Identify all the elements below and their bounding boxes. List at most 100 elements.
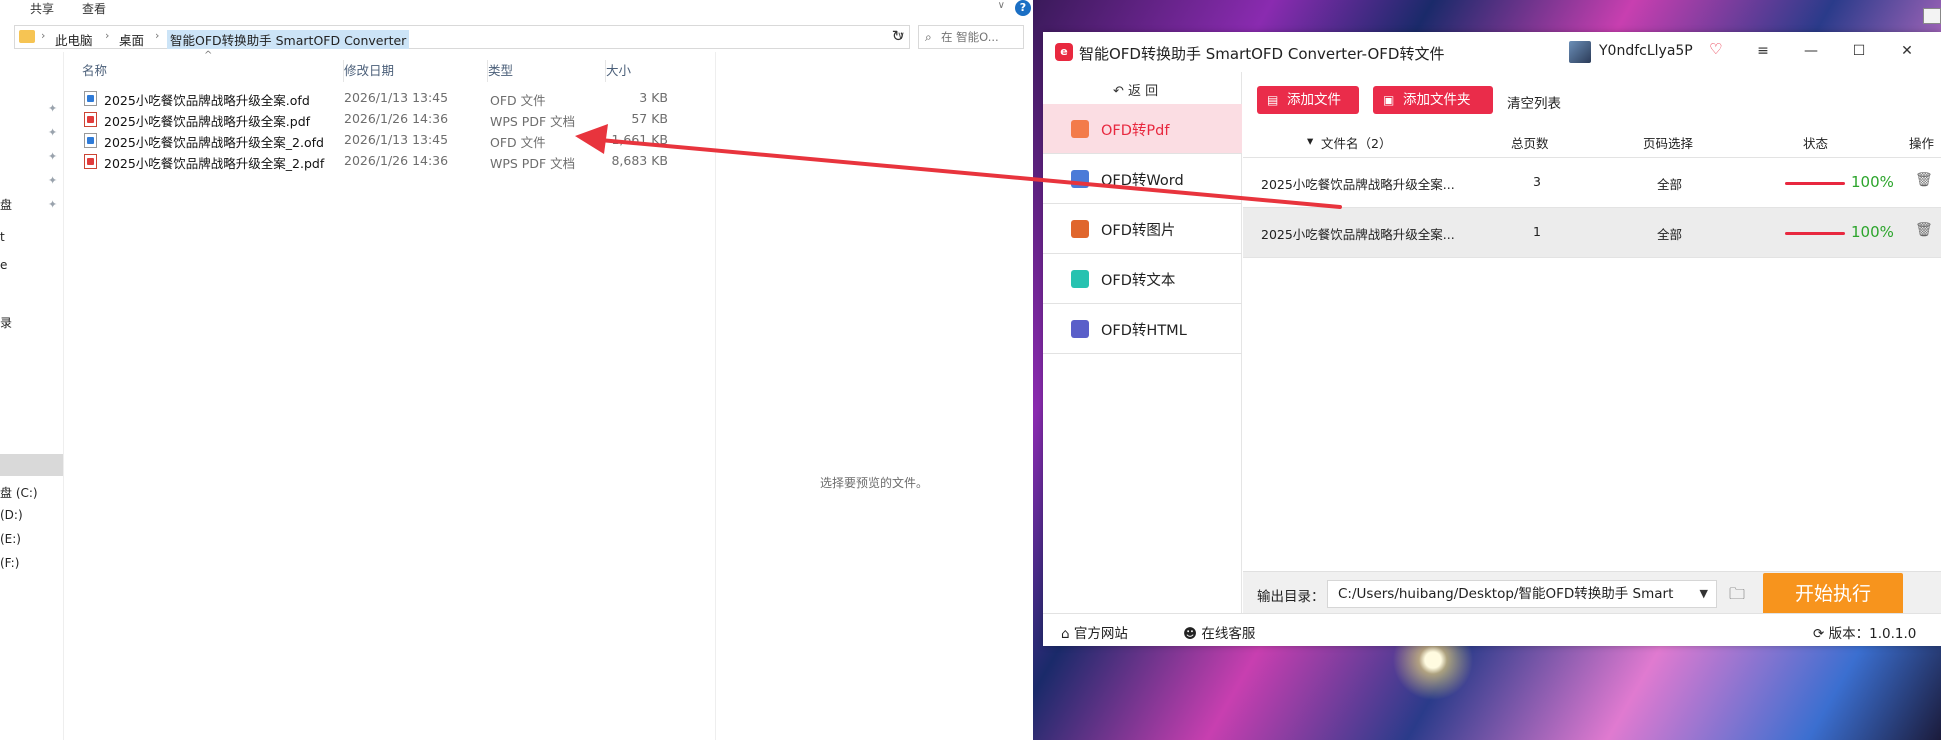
table-row[interactable]: 2025小吃餐饮品牌战略升级全案... 1 全部 100% 🗑 [1243,208,1941,258]
table-row[interactable]: 2025小吃餐饮品牌战略升级全案... 3 全部 100% 🗑 [1243,158,1941,208]
row-pages: 3 [1533,174,1541,189]
ofd-file-icon [84,133,97,148]
ribbon-tab-view[interactable]: 查看 [82,0,106,17]
pin-icon[interactable]: ✦ [48,198,57,211]
delete-icon[interactable]: 🗑 [1915,172,1933,188]
column-header-type[interactable]: 类型 [488,60,606,82]
delete-icon[interactable]: 🗑 [1915,222,1933,238]
pin-icon[interactable]: ✦ [48,126,57,139]
file-row[interactable]: 2025小吃餐饮品牌战略升级全案_2.ofd 2026/1/13 13:45 O… [68,130,718,151]
ribbon-expand-icon[interactable]: ∨ [998,0,1005,11]
chevron-down-icon[interactable]: ▼ [1700,581,1708,607]
nav-item[interactable]: 盘 [0,196,12,213]
help-icon[interactable]: ? [1015,0,1031,16]
customer-service-icon: ☻ [1183,626,1202,642]
file-row[interactable]: 2025小吃餐饮品牌战略升级全案.ofd 2026/1/13 13:45 OFD… [68,88,718,109]
back-button[interactable]: ↶ 返 回 [1113,80,1158,99]
support-label: 在线客服 [1201,626,1256,642]
preview-placeholder-text: 选择要预览的文件。 [820,476,929,490]
app-titlebar[interactable]: e 智能OFD转换助手 SmartOFD Converter-OFD转文件 Y0… [1043,32,1941,72]
pin-icon[interactable]: ✦ [48,102,57,115]
search-icon: ⌕ [925,30,932,44]
file-size: 1,661 KB [611,132,668,147]
clear-list-button[interactable]: 清空列表 [1507,92,1561,112]
ribbon-tab-share[interactable]: 共享 [30,0,54,17]
sort-caret-icon[interactable]: ▾ [1307,133,1313,148]
add-file-label: 添加文件 [1287,92,1341,108]
maximize-icon[interactable]: ☐ [1848,40,1870,62]
preview-divider[interactable] [715,52,716,740]
vip-diamond-icon[interactable]: ♡ [1709,40,1722,58]
desktop-shortcut-icon[interactable] [1923,8,1941,24]
pin-icon[interactable]: ✦ [48,150,57,163]
website-link[interactable]: ⌂ 官方网站 [1061,622,1128,642]
file-row[interactable]: 2025小吃餐饮品牌战略升级全案.pdf 2026/1/26 14:36 WPS… [68,109,718,130]
file-date: 2026/1/26 14:36 [344,111,449,126]
nav-drive-f[interactable]: (F:) [0,556,19,570]
close-icon[interactable]: ✕ [1896,40,1918,62]
column-header-size[interactable]: 大小 [606,60,678,82]
output-dir-select[interactable]: C:/Users/huibang/Desktop/智能OFD转换助手 Smart… [1327,580,1717,608]
add-folder-label: 添加文件夹 [1403,92,1471,108]
file-size: 3 KB [639,90,668,105]
column-header-filename[interactable]: 文件名（2） [1321,133,1391,152]
status-bar: ⌂ 官方网站 ☻ 在线客服 ⟳ 版本：1.0.1.0 [1043,613,1941,646]
column-header-date[interactable]: 修改日期 [344,60,488,82]
nav-item[interactable]: t [0,230,5,244]
file-type: OFD 文件 [490,135,546,150]
sidebar-item-ofd-to-text[interactable]: OFD转文本 [1043,254,1242,304]
back-arrow-icon: ↶ [1113,84,1129,99]
address-bar[interactable]: › 此电脑 › 桌面 › 智能OFD转换助手 SmartOFD Converte… [14,25,910,49]
pdf-file-icon [84,112,97,127]
row-page-select[interactable]: 全部 [1657,224,1682,243]
column-header-name[interactable]: 名称 [82,60,344,82]
text-icon [1071,270,1089,288]
sidebar-item-ofd-to-html[interactable]: OFD转HTML [1043,304,1242,354]
sidebar-item-ofd-to-image[interactable]: OFD转图片 [1043,204,1242,254]
file-row[interactable]: 2025小吃餐饮品牌战略升级全案_2.pdf 2026/1/26 14:36 W… [68,151,718,172]
progress-percent: 100% [1851,223,1894,241]
breadcrumb-current-folder[interactable]: 智能OFD转换助手 SmartOFD Converter [167,30,410,49]
nav-item[interactable]: e [0,258,7,272]
nav-item[interactable]: 录 [0,314,12,331]
add-folder-button[interactable]: ▣ 添加文件夹 [1373,86,1493,114]
conversion-sidebar: ↶ 返 回 OFD转Pdf OFD转Word OFD转图片 OFD转文本 OFD… [1043,72,1242,613]
nav-drive-c[interactable]: 盘 (C:) [0,484,38,501]
minimize-icon[interactable]: — [1800,40,1822,62]
file-size: 8,683 KB [611,153,668,168]
word-icon [1071,170,1089,188]
app-logo-icon: e [1055,43,1073,61]
nav-drive-d[interactable]: (D:) [0,508,23,522]
avatar[interactable] [1569,41,1591,63]
sidebar-item-ofd-to-word[interactable]: OFD转Word [1043,154,1242,204]
pin-icon[interactable]: ✦ [48,174,57,187]
row-page-select[interactable]: 全部 [1657,174,1682,193]
sidebar-item-ofd-to-pdf[interactable]: OFD转Pdf [1043,104,1242,154]
search-input[interactable] [941,29,1021,45]
open-folder-icon[interactable]: 🗀 [1729,583,1745,610]
support-link[interactable]: ☻ 在线客服 [1183,622,1255,642]
column-header-status: 状态 [1803,136,1829,151]
add-file-button[interactable]: ▤ 添加文件 [1257,86,1359,114]
start-button[interactable]: 开始执行 [1763,573,1903,615]
refresh-icon[interactable]: ↻ [886,25,910,49]
file-name: 2025小吃餐饮品牌战略升级全案.ofd [104,93,310,108]
breadcrumb-this-pc[interactable]: 此电脑 [55,30,93,49]
nav-selected-item[interactable] [0,454,63,476]
folder-icon [19,30,35,43]
username[interactable]: Y0ndfcLlya5P [1599,43,1693,59]
version-info[interactable]: ⟳ 版本：1.0.1.0 [1813,622,1916,642]
website-label: 官方网站 [1073,626,1128,642]
pdf-file-icon [84,154,97,169]
progress-percent: 100% [1851,173,1894,191]
breadcrumb-desktop[interactable]: 桌面 [119,30,144,49]
file-size: 57 KB [631,111,668,126]
file-list-header: 名称 修改日期 类型 大小 [68,58,718,82]
explorer-search-box[interactable]: ⌕ [918,25,1024,49]
navigation-pane: ✦ ✦ ✦ ✦ ✦ 盘 t e 录 盘 (C:) (D:) (E:) (F:) [0,52,64,740]
menu-icon[interactable]: ≡ [1752,40,1774,62]
file-date: 2026/1/26 14:36 [344,153,449,168]
nav-drive-e[interactable]: (E:) [0,532,21,546]
sidebar-item-label: OFD转图片 [1101,223,1176,239]
folder-add-icon: ▣ [1383,93,1395,107]
